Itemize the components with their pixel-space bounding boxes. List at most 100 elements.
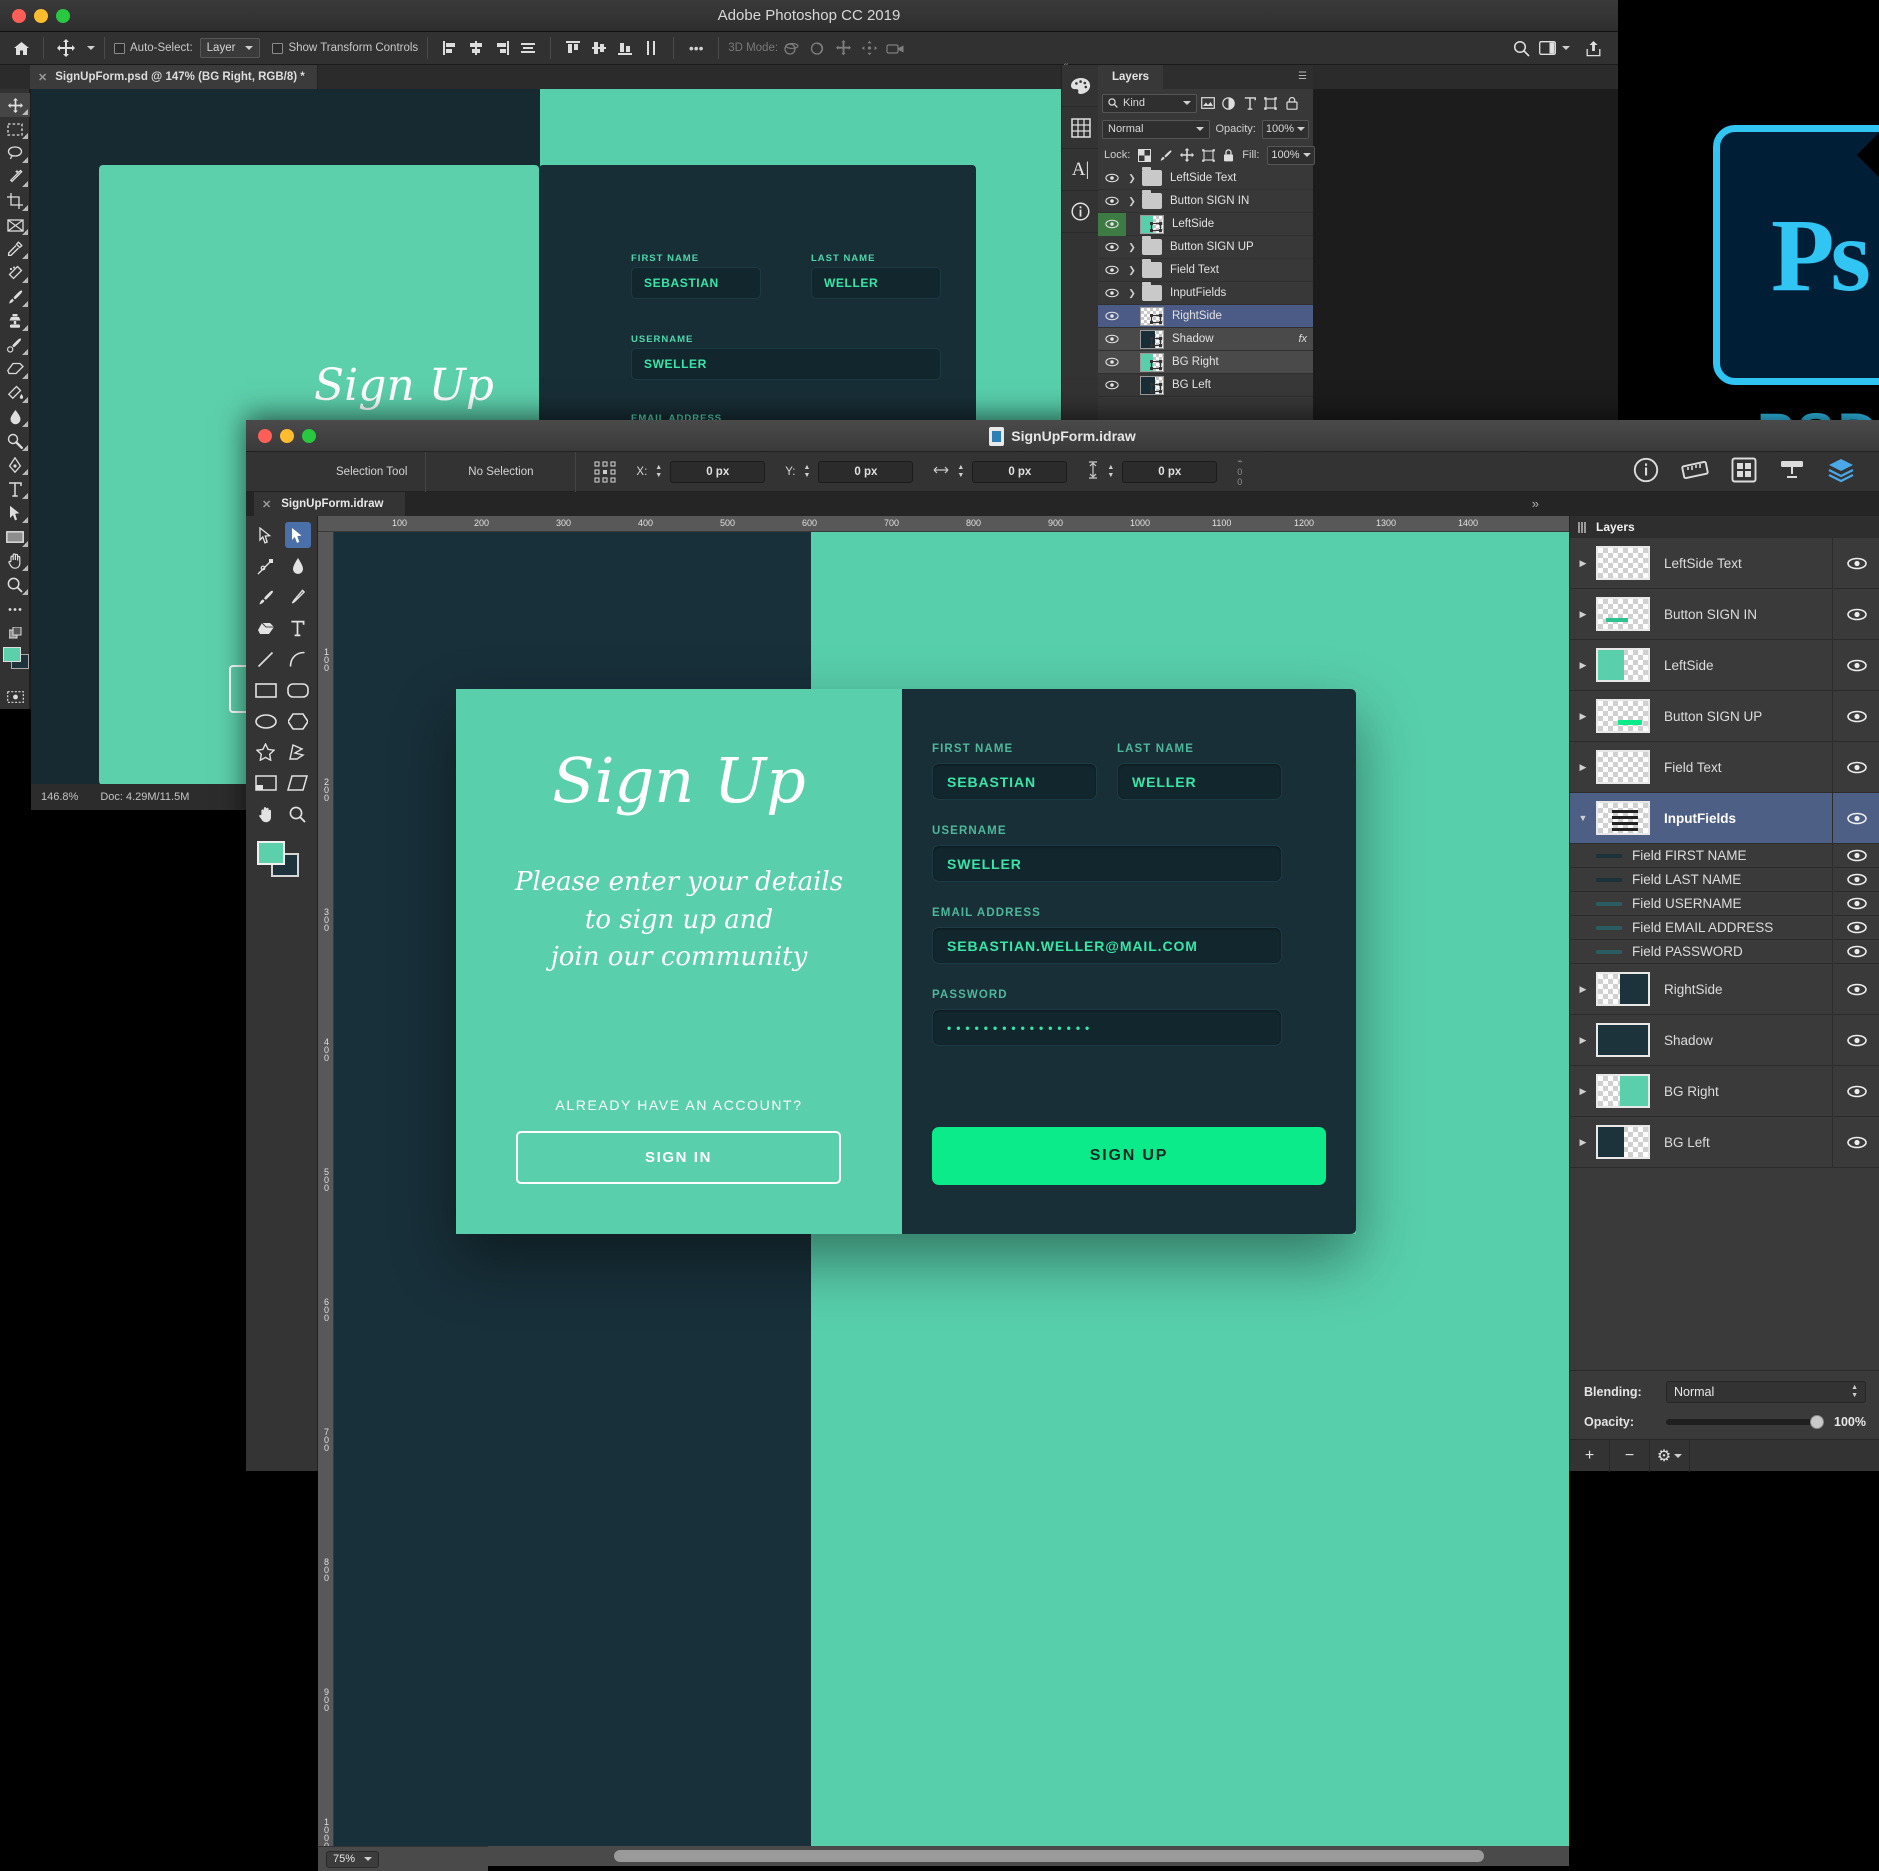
filter-adjustment-icon[interactable] xyxy=(1218,94,1239,113)
opacity-slider[interactable] xyxy=(1666,1415,1825,1429)
align-top-edges-icon[interactable] xyxy=(560,35,586,61)
layer-visibility-toggle[interactable] xyxy=(1832,691,1879,741)
tool-polygon[interactable] xyxy=(285,708,311,734)
tool-brush[interactable] xyxy=(0,285,30,309)
lock-artboard-nesting-icon[interactable] xyxy=(1202,148,1216,162)
tool-history-brush[interactable] xyxy=(0,333,30,357)
tool-shape[interactable] xyxy=(0,525,30,549)
align-right-edges-icon[interactable] xyxy=(489,35,515,61)
tool-rectangle[interactable] xyxy=(253,677,279,703)
tool-edit-toolbar[interactable] xyxy=(0,597,30,621)
tool-skew[interactable] xyxy=(285,770,311,796)
zoom-level-dropdown[interactable]: 75% xyxy=(326,1850,380,1868)
layer-visibility-toggle[interactable] xyxy=(1832,793,1879,843)
remove-layer-button[interactable]: − xyxy=(1610,1439,1650,1472)
layers-panel-icon[interactable] xyxy=(1827,457,1855,486)
layer-visibility-toggle[interactable] xyxy=(1832,742,1879,792)
ps-layer-row[interactable]: BG Right xyxy=(1098,351,1313,374)
tool-line[interactable] xyxy=(253,646,279,672)
filter-type-icon[interactable] xyxy=(1239,94,1260,113)
tool-move[interactable] xyxy=(0,93,30,117)
tool-marquee[interactable] xyxy=(0,117,30,141)
info-panel-icon[interactable] xyxy=(1062,191,1099,233)
add-layer-button[interactable]: + xyxy=(1570,1439,1610,1472)
tool-hand[interactable] xyxy=(0,549,30,573)
layer-visibility-toggle[interactable] xyxy=(1832,640,1879,690)
auto-select-scope-dropdown[interactable]: Layer xyxy=(199,38,261,58)
chevron-right-icon[interactable]: ▶ xyxy=(1570,558,1596,569)
photoshop-document-tab[interactable]: ✕ SignUpForm.psd @ 147% (BG Right, RGB/8… xyxy=(30,65,318,89)
ps-layer-row[interactable]: ❯ LeftSide Text xyxy=(1098,167,1313,190)
layer-visibility-toggle[interactable] xyxy=(1098,282,1126,305)
idraw-layer-row[interactable]: ▶ LeftSide Text xyxy=(1570,538,1879,589)
tab-overflow-icon[interactable]: » xyxy=(1532,496,1539,511)
chevron-right-icon[interactable]: ▶ xyxy=(1570,762,1596,773)
chevron-right-icon[interactable]: ❯ xyxy=(1126,242,1138,253)
tool-arc[interactable] xyxy=(285,646,311,672)
tool-node[interactable] xyxy=(253,553,279,579)
opacity-slider-knob[interactable] xyxy=(1810,1415,1825,1429)
tool-healing-brush[interactable] xyxy=(0,261,30,285)
idraw-layer-row[interactable]: Field PASSWORD xyxy=(1570,940,1879,964)
chevron-right-icon[interactable]: ▶ xyxy=(1570,984,1596,995)
y-stepper-icon[interactable]: ▲ ▼ xyxy=(803,464,810,479)
layer-visibility-toggle[interactable] xyxy=(1832,538,1879,588)
idraw-layer-row[interactable]: ▶ Shadow xyxy=(1570,1015,1879,1066)
show-transform-checkbox[interactable]: Show Transform Controls xyxy=(272,42,418,54)
align-vertical-centers-icon[interactable] xyxy=(586,35,612,61)
tool-direct-selection[interactable] xyxy=(253,522,279,548)
tool-pen[interactable] xyxy=(0,453,30,477)
filter-pixel-icon[interactable] xyxy=(1197,94,1218,113)
idraw-layer-row[interactable]: ▶ RightSide xyxy=(1570,964,1879,1015)
swatches-panel-icon[interactable] xyxy=(1062,107,1099,149)
layer-settings-button[interactable]: ⚙ xyxy=(1650,1439,1690,1472)
tool-lasso[interactable] xyxy=(0,141,30,165)
ps-layer-row[interactable]: RightSide xyxy=(1098,305,1313,328)
y-value[interactable]: 0 px xyxy=(818,460,914,483)
height-control[interactable]: ▲ ▼ 0 px xyxy=(1077,452,1227,492)
idraw-layer-row[interactable]: ▶ Field Text xyxy=(1570,742,1879,793)
height-stepper-icon[interactable]: ▲ ▼ xyxy=(1107,464,1114,479)
layer-visibility-toggle[interactable] xyxy=(1098,305,1126,328)
chevron-right-icon[interactable]: ▶ xyxy=(1570,1086,1596,1097)
height-value[interactable]: 0 px xyxy=(1122,460,1218,483)
tool-color-modes[interactable] xyxy=(0,621,30,645)
grid-arrange-icon[interactable] xyxy=(1731,457,1757,486)
tab-layers[interactable]: Layers xyxy=(1098,65,1164,89)
lock-all-icon[interactable] xyxy=(1223,148,1234,162)
tool-eraser[interactable] xyxy=(253,615,279,641)
ps-layer-row[interactable]: BG Left xyxy=(1098,374,1313,397)
panel-menu-icon[interactable]: ☰ xyxy=(1298,71,1308,82)
anchor-point-selector[interactable] xyxy=(576,452,626,492)
idraw-fill-stroke-swatches[interactable] xyxy=(256,841,307,881)
align-horizontal-centers-icon[interactable] xyxy=(463,35,489,61)
more-options-icon[interactable]: ••• xyxy=(683,35,709,61)
layer-visibility-toggle[interactable] xyxy=(1832,916,1879,939)
tool-frame[interactable] xyxy=(253,770,279,796)
distribute-icon[interactable] xyxy=(638,35,664,61)
layer-visibility-toggle[interactable] xyxy=(1098,167,1126,190)
show-transform-checkbox-box[interactable] xyxy=(272,42,284,54)
x-position-control[interactable]: X: ▲ ▼ 0 px xyxy=(626,452,775,492)
layer-filter-kind-dropdown[interactable]: Kind xyxy=(1102,93,1197,113)
idraw-layer-row[interactable]: Field FIRST NAME xyxy=(1570,844,1879,868)
input-first-name[interactable]: SEBASTIAN xyxy=(932,763,1097,800)
ps-layer-row[interactable]: ❯ Button SIGN IN xyxy=(1098,190,1313,213)
3d-slide-icon[interactable] xyxy=(856,35,882,61)
idraw-layer-row[interactable]: Field EMAIL ADDRESS xyxy=(1570,916,1879,940)
layer-visibility-toggle[interactable] xyxy=(1098,351,1126,374)
ps-layer-row[interactable]: Shadow fx xyxy=(1098,328,1313,351)
foreground-background-swatches[interactable] xyxy=(0,645,30,685)
character-panel-icon[interactable]: A| xyxy=(1062,149,1099,191)
horizontal-scrollbar-thumb[interactable] xyxy=(614,1850,1484,1862)
y-position-control[interactable]: Y: ▲ ▼ 0 px xyxy=(775,452,923,492)
filter-smart-object-icon[interactable] xyxy=(1281,94,1302,113)
tool-type[interactable] xyxy=(0,477,30,501)
idraw-layer-row[interactable]: ▶ BG Right xyxy=(1570,1066,1879,1117)
filter-shape-icon[interactable] xyxy=(1260,94,1281,113)
layer-visibility-toggle[interactable] xyxy=(1832,1066,1879,1116)
tool-selection[interactable] xyxy=(284,522,311,548)
tool-magic-wand[interactable] xyxy=(0,165,30,189)
move-tool-icon[interactable] xyxy=(53,35,79,61)
ps-layer-row[interactable]: ❯ Field Text xyxy=(1098,259,1313,282)
